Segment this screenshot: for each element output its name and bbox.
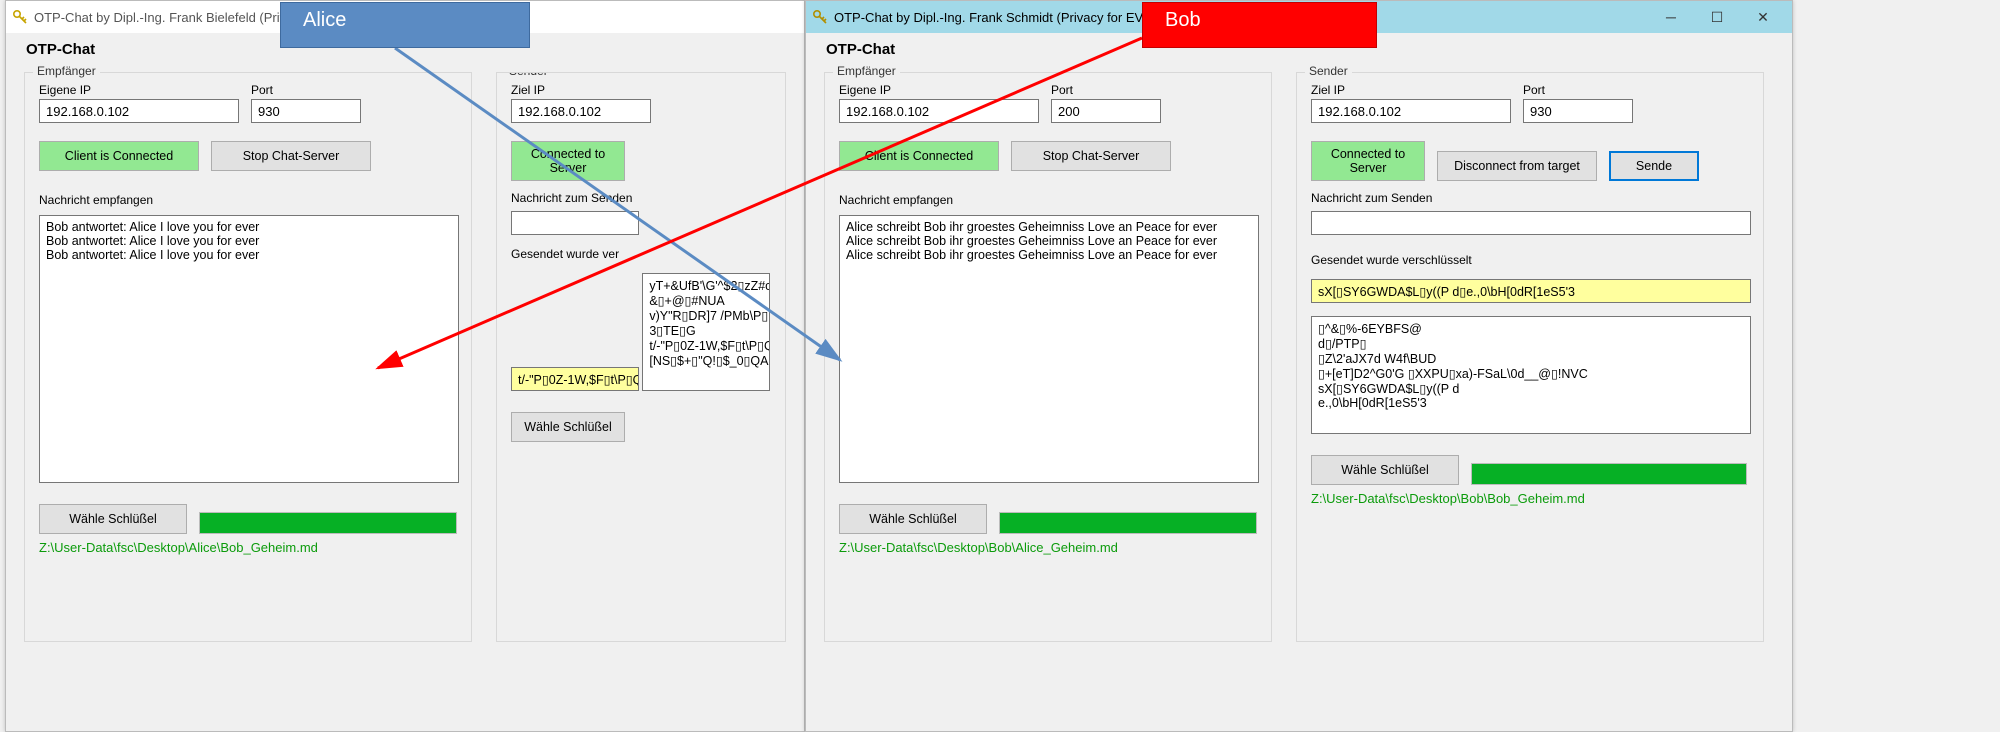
choose-key-button-sender[interactable]: Wähle Schlüßel bbox=[511, 412, 625, 442]
target-ip-input[interactable] bbox=[1311, 99, 1511, 123]
send-label: Nachricht zum Senden bbox=[511, 191, 771, 205]
own-ip-input[interactable] bbox=[839, 99, 1039, 123]
receiver-panel: Empfänger Eigene IP Port Client is Conne… bbox=[824, 72, 1272, 642]
choose-key-button[interactable]: Wähle Schlüßel bbox=[839, 504, 987, 534]
callout-alice: Alice bbox=[280, 2, 530, 48]
sender-panel: Sender Ziel IP Connected to Server Nachr… bbox=[496, 72, 786, 642]
stop-server-button[interactable]: Stop Chat-Server bbox=[211, 141, 371, 171]
port-label: Port bbox=[251, 83, 361, 97]
connected-server-button[interactable]: Connected to Server bbox=[1311, 141, 1425, 181]
sender-panel: Sender Ziel IP Port Connected to Server … bbox=[1296, 72, 1764, 642]
target-ip-input[interactable] bbox=[511, 99, 651, 123]
received-label: Nachricht empfangen bbox=[39, 193, 457, 207]
disconnect-button[interactable]: Disconnect from target bbox=[1437, 151, 1597, 181]
received-text[interactable] bbox=[839, 215, 1259, 483]
send-label: Nachricht zum Senden bbox=[1311, 191, 1749, 205]
choose-key-button-sender[interactable]: Wähle Schlüßel bbox=[1311, 455, 1459, 485]
send-input[interactable] bbox=[511, 211, 639, 235]
maximize-button[interactable]: ☐ bbox=[1694, 2, 1740, 32]
connected-server-button[interactable]: Connected to Server bbox=[511, 141, 625, 181]
key-icon bbox=[12, 9, 28, 25]
callout-bob: Bob bbox=[1142, 2, 1377, 48]
receiver-legend: Empfänger bbox=[33, 64, 100, 78]
received-label: Nachricht empfangen bbox=[839, 193, 1257, 207]
target-ip-label: Ziel IP bbox=[511, 83, 651, 97]
window-bob: OTP-Chat by Dipl.-Ing. Frank Schmidt (Pr… bbox=[805, 0, 1793, 732]
receiver-panel: Empfänger Eigene IP Port Client is Conne… bbox=[24, 72, 472, 642]
enc-history[interactable] bbox=[1311, 316, 1751, 434]
port-input[interactable] bbox=[1051, 99, 1161, 123]
own-ip-label: Eigene IP bbox=[39, 83, 239, 97]
own-ip-input[interactable] bbox=[39, 99, 239, 123]
target-ip-label: Ziel IP bbox=[1311, 83, 1511, 97]
sender-legend: Sender bbox=[505, 72, 552, 78]
key-progress-sender bbox=[1471, 463, 1747, 485]
sender-legend: Sender bbox=[1305, 64, 1352, 78]
key-progress bbox=[999, 512, 1257, 534]
enc-yellow bbox=[1311, 279, 1751, 303]
key-path-label-sender: Z:\User-Data\fsc\Desktop\Bob\Bob_Geheim.… bbox=[1311, 491, 1749, 506]
window-alice: OTP-Chat by Dipl.-Ing. Frank Bielefeld (… bbox=[5, 0, 805, 732]
key-path-label: Z:\User-Data\fsc\Desktop\Alice\Bob_Gehei… bbox=[39, 540, 457, 555]
enc-label: Gesendet wurde verschlüsselt bbox=[1311, 253, 1749, 267]
receiver-legend: Empfänger bbox=[833, 64, 900, 78]
own-ip-label: Eigene IP bbox=[839, 83, 1039, 97]
choose-key-button[interactable]: Wähle Schlüßel bbox=[39, 504, 187, 534]
key-progress bbox=[199, 512, 457, 534]
key-icon bbox=[812, 9, 828, 25]
stop-server-button[interactable]: Stop Chat-Server bbox=[1011, 141, 1171, 171]
key-path-label: Z:\User-Data\fsc\Desktop\Bob\Alice_Gehei… bbox=[839, 540, 1257, 555]
enc-history[interactable] bbox=[642, 273, 770, 391]
enc-yellow bbox=[511, 367, 639, 391]
received-text[interactable] bbox=[39, 215, 459, 483]
minimize-button[interactable]: ─ bbox=[1648, 2, 1694, 32]
enc-label: Gesendet wurde ver bbox=[511, 247, 771, 261]
window-controls: ─ ☐ ✕ bbox=[1648, 2, 1786, 32]
port-input[interactable] bbox=[1523, 99, 1633, 123]
send-button[interactable]: Sende bbox=[1609, 151, 1699, 181]
send-input[interactable] bbox=[1311, 211, 1751, 235]
client-connected-button[interactable]: Client is Connected bbox=[39, 141, 199, 171]
port-input[interactable] bbox=[251, 99, 361, 123]
close-button[interactable]: ✕ bbox=[1740, 2, 1786, 32]
client-connected-button[interactable]: Client is Connected bbox=[839, 141, 999, 171]
port-label: Port bbox=[1051, 83, 1161, 97]
port-label: Port bbox=[1523, 83, 1633, 97]
